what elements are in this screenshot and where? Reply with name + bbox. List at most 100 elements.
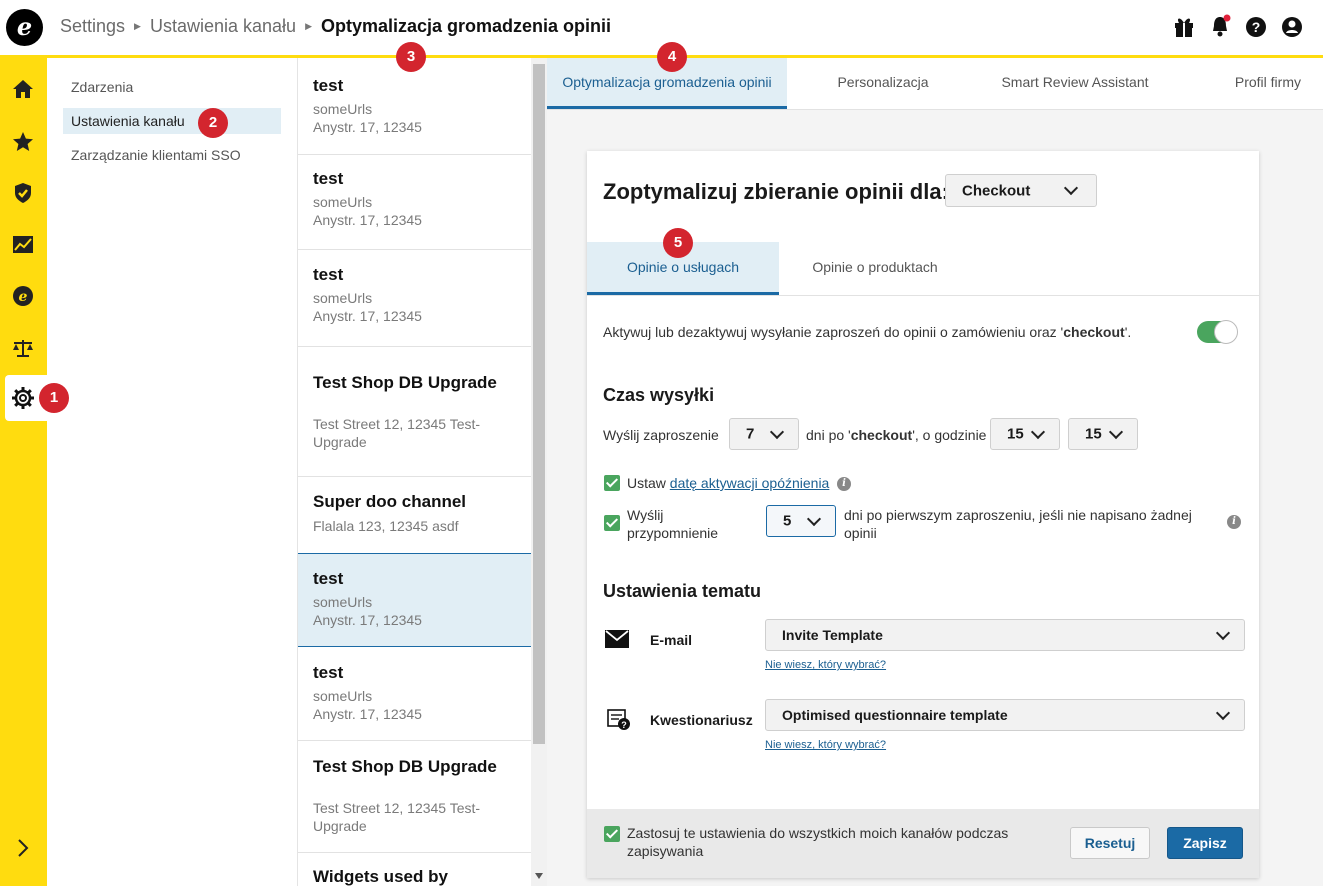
channel-address: Anystr. 17, 12345 bbox=[313, 612, 422, 628]
send-time-heading: Czas wysyłki bbox=[603, 385, 715, 405]
breadcrumb-separator-icon: ▶ bbox=[305, 21, 312, 31]
scale-icon[interactable] bbox=[11, 336, 35, 360]
scrollbar-thumb[interactable] bbox=[533, 64, 545, 744]
days-select[interactable]: 7 bbox=[729, 418, 799, 450]
settings-nav: Zdarzenia Ustawienia kanału Zarządzanie … bbox=[47, 58, 298, 886]
email-template-select[interactable]: Invite Template bbox=[765, 619, 1245, 651]
apply-all-checkbox[interactable] bbox=[604, 826, 620, 842]
svg-text:e: e bbox=[19, 289, 28, 305]
channel-name: test bbox=[313, 569, 344, 588]
envelope-icon bbox=[605, 630, 629, 653]
gift-icon[interactable] bbox=[1173, 14, 1195, 38]
channel-list-item-selected[interactable]: test someUrls Anystr. 17, 12345 bbox=[298, 553, 531, 647]
send-invite-label: Wyślij zaproszenie bbox=[603, 427, 719, 443]
channel-list-item[interactable]: Super doo channel Flalala 123, 12345 asd… bbox=[298, 477, 531, 554]
tab-smart-review-assistant[interactable]: Smart Review Assistant bbox=[987, 58, 1163, 109]
channel-list-item[interactable]: test someUrls Anystr. 17, 12345 bbox=[298, 647, 531, 741]
header-actions: ? bbox=[1173, 14, 1303, 38]
nav-item-events[interactable]: Zdarzenia bbox=[63, 74, 281, 100]
delay-activation-link[interactable]: datę aktywacji opóźnienia bbox=[670, 475, 830, 491]
channel-list-item[interactable]: Test Shop DB Upgrade Test Street 12, 123… bbox=[298, 741, 531, 853]
annotation-marker: 4 bbox=[657, 42, 687, 72]
home-icon[interactable] bbox=[11, 77, 35, 101]
channel-url: someUrls bbox=[313, 688, 373, 704]
svg-text:?: ? bbox=[1252, 19, 1261, 35]
chevron-down-icon bbox=[1063, 180, 1079, 196]
activation-toggle[interactable] bbox=[1197, 320, 1238, 344]
reset-button[interactable]: Resetuj bbox=[1070, 827, 1150, 859]
save-button[interactable]: Zapisz bbox=[1167, 827, 1243, 859]
channel-url: someUrls bbox=[313, 594, 373, 610]
help-icon[interactable]: ? bbox=[1245, 14, 1267, 38]
channel-name: Test Shop DB Upgrade bbox=[313, 757, 497, 776]
channel-list-item[interactable]: test someUrls Anystr. 17, 12345 bbox=[298, 250, 531, 347]
card-title: Zoptymalizuj zbieranie opinii dla: bbox=[603, 179, 949, 204]
shield-icon[interactable] bbox=[11, 181, 35, 205]
channel-name: Super doo channel bbox=[313, 492, 467, 511]
chevron-down-icon bbox=[1030, 424, 1046, 440]
channel-address: Upgrade bbox=[313, 818, 367, 834]
svg-text:?: ? bbox=[621, 720, 627, 730]
channel-url: someUrls bbox=[313, 194, 373, 210]
email-template-value: Invite Template bbox=[782, 627, 883, 643]
questionnaire-template-value: Optimised questionnaire template bbox=[782, 707, 1008, 723]
info-icon[interactable]: i bbox=[1227, 515, 1241, 529]
event-type-select[interactable]: Checkout bbox=[945, 174, 1097, 207]
channel-list-scrollbar[interactable] bbox=[531, 58, 547, 886]
channel-list-item[interactable]: test someUrls Anystr. 17, 12345 bbox=[298, 155, 531, 250]
scroll-down-icon[interactable] bbox=[535, 873, 543, 879]
breadcrumb-settings[interactable]: Settings bbox=[60, 16, 125, 37]
chart-icon[interactable] bbox=[11, 232, 35, 256]
channel-list: test someUrls Anystr. 17, 12345 test som… bbox=[298, 58, 531, 886]
account-icon[interactable] bbox=[1281, 14, 1303, 38]
event-type-value: Checkout bbox=[962, 182, 1031, 199]
minute-select[interactable]: 15 bbox=[1068, 418, 1138, 450]
gear-icon[interactable] bbox=[11, 386, 35, 410]
main-sidebar: e bbox=[0, 58, 47, 886]
channel-list-item[interactable]: test someUrls Anystr. 17, 12345 bbox=[298, 58, 531, 155]
chevron-right-icon[interactable] bbox=[11, 836, 35, 860]
annotation-marker: 1 bbox=[39, 383, 69, 413]
chevron-down-icon bbox=[1215, 625, 1231, 641]
channel-name: Test Shop DB Upgrade bbox=[313, 373, 497, 392]
trusted-shops-logo[interactable]: e bbox=[6, 9, 43, 46]
apply-all-label: Zastosuj te ustawienia do wszystkich moi… bbox=[627, 825, 1009, 859]
channel-address: Test Street 12, 12345 Test- bbox=[313, 800, 481, 816]
nav-item-sso-clients[interactable]: Zarządzanie klientami SSO bbox=[63, 142, 281, 168]
reminder-days-select[interactable]: 5 bbox=[766, 505, 836, 537]
bell-icon[interactable] bbox=[1209, 14, 1231, 38]
breadcrumb: Settings ▶ Ustawienia kanału ▶ Optymaliz… bbox=[60, 16, 611, 37]
info-icon[interactable]: i bbox=[837, 477, 851, 491]
breadcrumb-current: Optymalizacja gromadzenia opinii bbox=[320, 16, 612, 36]
questionnaire-template-select[interactable]: Optimised questionnaire template bbox=[765, 699, 1245, 731]
chevron-down-icon bbox=[1108, 424, 1124, 440]
channel-name: test bbox=[313, 663, 344, 682]
days-value: 7 bbox=[746, 425, 755, 443]
settings-card: Zoptymalizuj zbieranie opinii dla: Check… bbox=[587, 151, 1259, 878]
hour-select[interactable]: 15 bbox=[990, 418, 1060, 450]
delay-activation-checkbox[interactable] bbox=[604, 475, 620, 491]
tab-personalization[interactable]: Personalizacja bbox=[817, 58, 949, 109]
days-after-text: dni po 'checkout', o godzinie bbox=[806, 427, 987, 443]
e-icon[interactable]: e bbox=[11, 284, 35, 308]
minute-value: 15 bbox=[1085, 425, 1102, 443]
channel-address: Test Street 12, 12345 Test- bbox=[313, 416, 481, 432]
star-icon[interactable] bbox=[11, 130, 35, 154]
questionnaire-icon: ? bbox=[607, 709, 631, 736]
channel-list-item[interactable]: Widgets used by bbox=[298, 853, 531, 886]
tab-product-reviews[interactable]: Opinie o produktach bbox=[779, 242, 971, 295]
reminder-checkbox[interactable] bbox=[604, 515, 620, 531]
channel-address: Anystr. 17, 12345 bbox=[313, 308, 422, 324]
channel-address: Anystr. 17, 12345 bbox=[313, 212, 422, 228]
chevron-down-icon bbox=[769, 424, 785, 440]
card-footer: Zastosuj te ustawienia do wszystkich moi… bbox=[587, 809, 1259, 878]
channel-list-item[interactable]: Test Shop DB Upgrade Test Street 12, 123… bbox=[298, 347, 531, 477]
breadcrumb-separator-icon: ▶ bbox=[134, 21, 141, 31]
breadcrumb-channel-settings[interactable]: Ustawienia kanału bbox=[150, 16, 296, 37]
channel-name: test bbox=[313, 169, 344, 188]
questionnaire-help-link[interactable]: Nie wiesz, który wybrać? bbox=[765, 739, 886, 751]
nav-item-channel-settings[interactable]: Ustawienia kanału bbox=[63, 108, 281, 134]
tab-company-profile[interactable]: Profil firmy bbox=[1221, 58, 1323, 109]
email-help-link[interactable]: Nie wiesz, który wybrać? bbox=[765, 659, 886, 671]
channel-url: someUrls bbox=[313, 101, 373, 117]
